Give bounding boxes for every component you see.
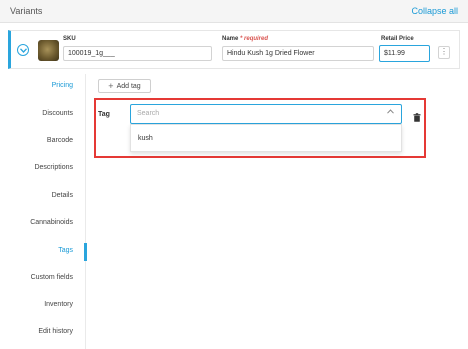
sidebar-item-inventory[interactable]: Inventory [44, 301, 73, 308]
sidebar-item-edit-history[interactable]: Edit history [38, 328, 73, 335]
more-options-button[interactable]: ⋮ [438, 46, 450, 59]
product-thumbnail [38, 40, 59, 61]
tag-label: Tag [98, 111, 110, 118]
sidebar-item-discounts[interactable]: Discounts [42, 110, 73, 117]
sidebar-item-cannabinoids[interactable]: Cannabinoids [30, 219, 73, 226]
dropdown-option-kush[interactable]: kush [138, 135, 153, 142]
add-tag-button[interactable]: + Add tag [98, 79, 151, 93]
retail-price-label: Retail Price [381, 36, 414, 42]
sku-input[interactable]: 100019_1g___ [63, 46, 212, 61]
expand-chevron-icon[interactable] [17, 44, 29, 56]
name-label: Name * required [222, 36, 269, 42]
search-placeholder: Search [137, 110, 160, 117]
name-input[interactable]: Hindu Kush 1g Dried Flower [222, 46, 374, 61]
sidebar-item-custom-fields[interactable]: Custom fields [31, 274, 73, 281]
sidebar-item-pricing[interactable]: Pricing [52, 82, 73, 89]
sidebar-item-details[interactable]: Details [52, 192, 73, 199]
collapse-all-link[interactable]: Collapse all [411, 6, 458, 16]
tag-dropdown: kush [130, 124, 402, 152]
plus-icon: + [108, 81, 114, 91]
add-tag-label: Add tag [116, 82, 141, 90]
variant-sidebar: Pricing Discounts Barcode Descriptions D… [8, 74, 87, 349]
chevron-up-icon[interactable] [387, 109, 394, 116]
trash-icon[interactable] [413, 109, 421, 122]
tag-search-select[interactable]: Search [130, 104, 402, 124]
sidebar-item-barcode[interactable]: Barcode [47, 137, 73, 144]
variant-row: SKU 100019_1g___ Name * required Hindu K… [8, 30, 460, 69]
sidebar-item-descriptions[interactable]: Descriptions [34, 164, 73, 171]
active-tab-indicator [84, 243, 87, 261]
retail-price-input[interactable]: $11.99 [379, 45, 430, 62]
section-title: Variants [10, 6, 43, 16]
sidebar-item-tags[interactable]: Tags [58, 247, 73, 254]
sku-label: SKU [63, 36, 76, 42]
variants-header: Variants Collapse all [0, 0, 468, 23]
required-indicator: * required [240, 36, 269, 42]
